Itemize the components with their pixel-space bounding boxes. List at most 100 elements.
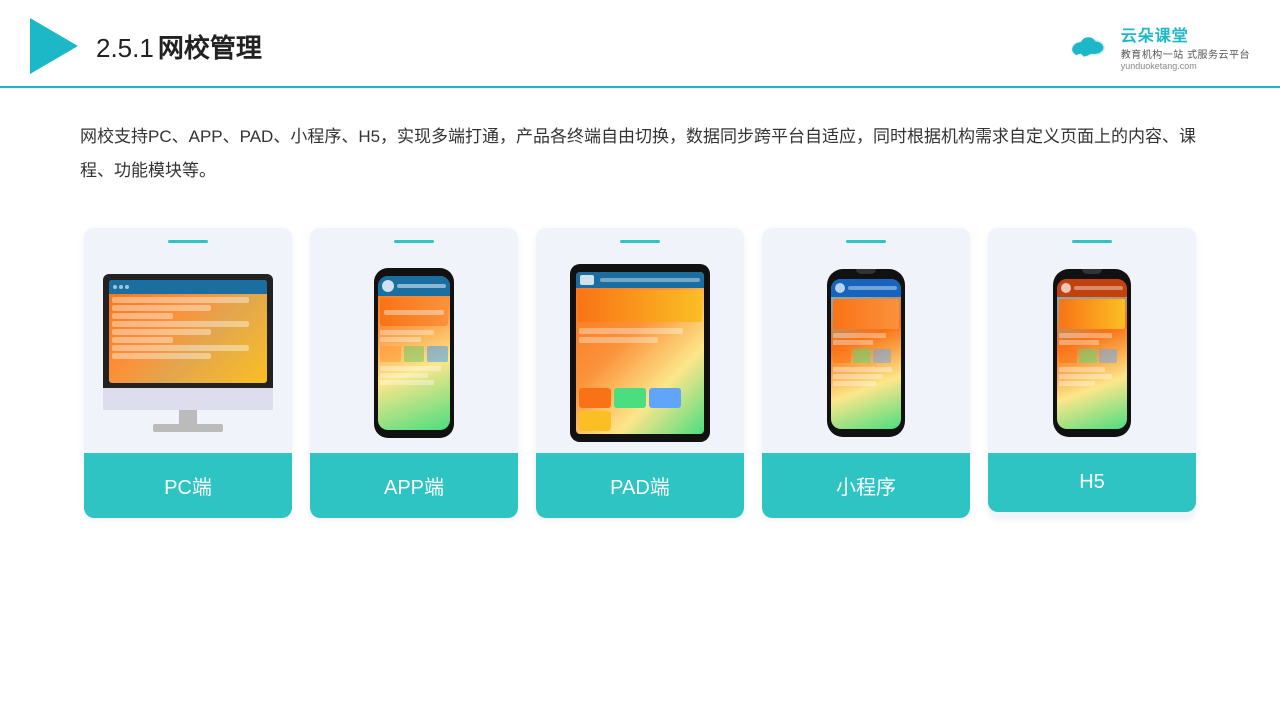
banner-text bbox=[384, 310, 444, 315]
tablet-content bbox=[576, 324, 704, 385]
content-row bbox=[112, 345, 249, 351]
phone-row bbox=[380, 373, 428, 378]
h5-nav bbox=[1074, 286, 1123, 290]
block bbox=[579, 388, 611, 408]
mini-row bbox=[833, 333, 886, 338]
h5-row bbox=[1059, 367, 1105, 372]
dot bbox=[113, 285, 117, 289]
mini-grid bbox=[833, 347, 899, 365]
monitor-neck bbox=[179, 410, 197, 424]
logo-sm bbox=[580, 275, 594, 285]
miniphone-notch bbox=[856, 269, 876, 274]
phone-content bbox=[378, 328, 450, 430]
phone-row bbox=[380, 366, 441, 371]
grid-item bbox=[427, 346, 448, 362]
block bbox=[649, 388, 681, 408]
banner-area bbox=[380, 298, 448, 326]
h5-image-area bbox=[988, 243, 1196, 453]
brand-logo: ☁ 云朵课堂 教育机构一站 式服务云平台 yunduoketang.com bbox=[1065, 22, 1250, 71]
monitor-content bbox=[109, 294, 267, 383]
h5-mockup bbox=[1053, 269, 1131, 437]
pad-image-area bbox=[536, 243, 744, 453]
block bbox=[614, 388, 646, 408]
phone-notch bbox=[402, 268, 426, 274]
monitor-stand bbox=[103, 410, 273, 432]
dot bbox=[119, 285, 123, 289]
tablet-row bbox=[579, 328, 683, 334]
block bbox=[579, 411, 611, 431]
monitor-screen-outer bbox=[103, 274, 273, 389]
h5-block bbox=[1059, 349, 1077, 363]
mini-row bbox=[833, 381, 876, 386]
card-label-miniprogram: 小程序 bbox=[762, 453, 970, 518]
content-row bbox=[112, 305, 211, 311]
grid-item bbox=[404, 346, 425, 362]
nav bbox=[600, 278, 700, 282]
mini-row bbox=[833, 340, 873, 345]
phone-grid bbox=[380, 344, 448, 364]
content-row bbox=[112, 313, 173, 319]
avatar-h5 bbox=[1061, 283, 1071, 293]
h5-block bbox=[1079, 349, 1097, 363]
h5-header bbox=[1057, 279, 1127, 297]
mini-banner bbox=[833, 299, 899, 329]
card-label-pc: PC端 bbox=[84, 453, 292, 518]
pc-image-area bbox=[84, 243, 292, 453]
miniphone-mockup bbox=[827, 269, 905, 437]
mini-block bbox=[833, 349, 851, 363]
tablet-row bbox=[579, 337, 658, 343]
description-text: 网校支持PC、APP、PAD、小程序、H5，实现多端打通，产品各终端自由切换，数… bbox=[0, 88, 1280, 198]
monitor-mockup bbox=[103, 274, 273, 432]
avatar-circle bbox=[382, 280, 394, 292]
miniphone-notch2 bbox=[1082, 269, 1102, 274]
tablet-bar bbox=[576, 272, 704, 288]
nav-bar bbox=[397, 284, 446, 288]
h5-row bbox=[1059, 374, 1112, 379]
phone-row bbox=[380, 380, 434, 385]
tablet-blocks bbox=[576, 385, 704, 434]
content-row bbox=[112, 337, 173, 343]
cloud-icon: ☁ bbox=[1065, 28, 1113, 64]
logo-triangle-icon bbox=[30, 18, 78, 74]
brand-url: yunduoketang.com bbox=[1121, 61, 1197, 71]
phone-screen bbox=[378, 276, 450, 430]
phone-row bbox=[380, 330, 434, 335]
h5-screen bbox=[1057, 279, 1127, 429]
miniphone-header bbox=[831, 279, 901, 297]
h5-row bbox=[1059, 381, 1095, 386]
monitor-screen bbox=[109, 280, 267, 383]
card-pad: PAD端 bbox=[536, 228, 744, 518]
card-pc: PC端 bbox=[84, 228, 292, 518]
tablet-banner bbox=[578, 290, 702, 322]
card-label-pad: PAD端 bbox=[536, 453, 744, 518]
phone-header bbox=[378, 276, 450, 296]
h5-row bbox=[1059, 333, 1112, 338]
brand-name: 云朵课堂 bbox=[1121, 22, 1189, 46]
avatar-sm bbox=[835, 283, 845, 293]
content-row bbox=[112, 329, 211, 335]
monitor-base bbox=[153, 424, 223, 432]
app-image-area bbox=[310, 243, 518, 453]
platform-cards: PC端 bbox=[0, 198, 1280, 538]
h5-content bbox=[1057, 331, 1127, 429]
h5-row bbox=[1059, 340, 1099, 345]
miniphone-content bbox=[831, 331, 901, 429]
tablet-screen bbox=[576, 272, 704, 434]
page-title: 2.5.1网校管理 bbox=[96, 28, 262, 65]
tablet-mockup bbox=[570, 264, 710, 442]
miniphone-screen bbox=[831, 279, 901, 429]
phone-mockup bbox=[374, 268, 454, 438]
mini-block bbox=[853, 349, 871, 363]
miniprogram-image-area bbox=[762, 243, 970, 453]
phone-row bbox=[380, 337, 421, 342]
card-h5: H5 bbox=[988, 228, 1196, 518]
brand-text: 云朵课堂 教育机构一站 式服务云平台 yunduoketang.com bbox=[1121, 22, 1250, 71]
mini-block bbox=[873, 349, 891, 363]
section-number: 2.5.1 bbox=[96, 33, 154, 63]
dot bbox=[125, 285, 129, 289]
card-label-app: APP端 bbox=[310, 453, 518, 518]
header-left: 2.5.1网校管理 bbox=[30, 18, 262, 74]
svg-text:☁: ☁ bbox=[1074, 49, 1083, 59]
grid-item bbox=[380, 346, 401, 362]
monitor-bottom bbox=[103, 388, 273, 410]
